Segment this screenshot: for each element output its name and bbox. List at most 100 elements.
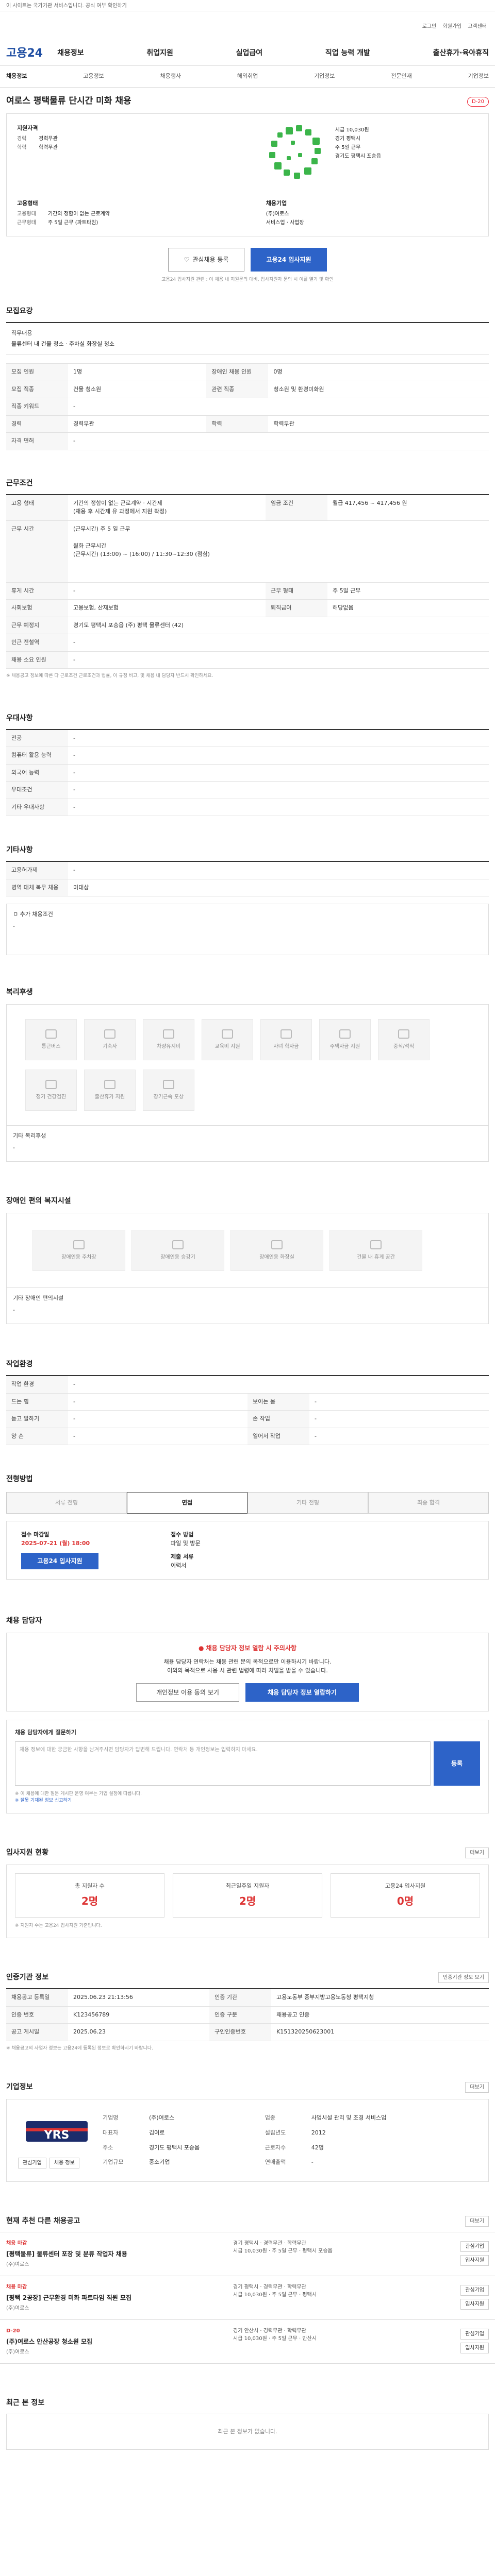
cell-v: - [68,651,489,669]
site-logo[interactable]: 고용24 [6,45,43,62]
recent-title: 최근 본 정보 [6,2399,45,2407]
cell-v: (근무시간) 주 5 일 근무 월화 근무시간 (근무시간) (13:00) ~… [68,520,489,583]
cell-v: 고용노동부 중부지방고용노동청 평택지청 [271,1988,489,2007]
inquiry-input[interactable]: 채용 정보에 대한 궁금한 사항을 남겨주시면 담당자가 답변해 드립니다. 연… [15,1741,431,1786]
list-item[interactable]: D-20 (주)여로스 안산공장 청소원 모집 (주)여로스 경기 안산시 · 경력… [0,2319,495,2363]
emp-val-1: 주 5일 근무 (파트타임) [48,219,98,226]
contact-text1: 채용 담당자 연락처는 채용 관련 문의 목적으로만 이용하시기 바랍니다. [163,1658,332,1665]
disab-etc-val: - [13,1306,15,1313]
sub-nav-event[interactable]: 채용행사 [160,72,181,81]
list-item[interactable]: 채용 마감 [평택물류] 물류센터 포장 및 분류 작업자 채용 (주)여로스 경기… [0,2232,495,2276]
career-key: 경력 [17,135,27,142]
cell-k: 컴퓨터 활용 능력 [6,747,68,765]
cell-k: 기타 우대사항 [6,798,68,816]
welfare-label: 주택자금 지원 [329,1043,360,1049]
privacy-consent-button[interactable]: 개인정보 이용 동의 보기 [136,1683,239,1702]
nav-training[interactable]: 직업 능력 개발 [325,48,370,59]
stat-name: 최근일주일 지원자 [225,1882,270,1889]
rel-tag: D-20 [6,2328,20,2334]
company-logo-image: YRS [26,2121,88,2142]
rel-company: (주)여로스 [6,2262,29,2267]
welfare-item: 자녀 학자금 [260,1019,312,1060]
inquiry-submit-button[interactable]: 등록 [434,1741,480,1786]
login-link[interactable]: 로그인 [422,23,437,30]
rel-apply-button[interactable]: 입사지원 [460,2255,489,2266]
edu-value: 학력무관 [39,144,58,150]
cell-k: 설립년도 [265,2129,286,2136]
company-logo: YRS [18,2111,95,2152]
disab-label: 장애인용 승강기 [160,1254,195,1260]
related-title: 현재 추천 다른 채용공고 [6,2217,80,2225]
cell-v: 0명 [268,363,489,381]
pref-title: 우대사항 [6,714,33,722]
rel-title[interactable]: [평택 2공장] 근무환경 미화 파트타임 직원 모집 [6,2293,233,2302]
list-item[interactable]: 채용 마감 [평택 2공장] 근무환경 미화 파트타임 직원 모집 (주)여로스 경… [0,2276,495,2319]
rel-fav-button[interactable]: 관심기업 [460,2241,489,2252]
related-more[interactable]: 더보기 [465,2216,489,2227]
cell-v: K123456789 [68,2006,210,2024]
rel-title[interactable]: [평택물류] 물류센터 포장 및 분류 작업자 채용 [6,2249,233,2259]
stat-num: 2명 [239,1895,256,1907]
help-link[interactable]: 고객센터 [468,23,487,30]
cond-2: 주 5일 근무 [335,145,361,150]
info-more[interactable]: 인증기관 정보 보기 [438,1972,489,1983]
rel-apply-button[interactable]: 입사지원 [460,2299,489,2310]
nav-leave[interactable]: 출산휴가·육아휴직 [433,48,489,59]
tab-interview[interactable]: 면접 [127,1492,248,1514]
gov-notice-bar: 이 사이트는 국가기관 서비스입니다. 공식 여부 확인하기 [0,0,495,11]
disab-item: 장애인용 화장실 [230,1230,323,1271]
recruit-table: 모집 인원 1명 장애인 채용 인원 0명 모집 직종 건물 청소원 관련 직종 청소원 및… [6,363,489,450]
cell-v: 2012 [311,2129,326,2136]
sub-nav-abroad[interactable]: 해외취업 [237,72,258,81]
home-icon [339,1029,351,1039]
stats-note: ※ 지원자 수는 고용24 입사지원 기준입니다. [15,1923,102,1928]
tab-final[interactable]: 최종 합격 [368,1492,489,1514]
rel-fav-button[interactable]: 관심기업 [460,2285,489,2296]
rel-apply-button[interactable]: 입사지원 [460,2343,489,2353]
stat-num: 0명 [397,1895,414,1907]
nav-support[interactable]: 취업지원 [146,48,173,59]
sub-nav-company2[interactable]: 기업정보 [468,72,489,81]
company-title: 기업정보 [6,2083,33,2091]
welfare-item: 정기 건강검진 [25,1070,77,1111]
cell-v: - [68,398,489,416]
cell-v: - [68,861,489,879]
inquiry-title: 채용 담당자에게 질문하기 [15,1729,76,1736]
rel-tag: 채용 마감 [6,2284,27,2290]
right-label: 채용기업 [266,200,287,207]
cell-k: 근로자수 [265,2144,286,2151]
nav-benefit[interactable]: 실업급여 [236,48,263,59]
report-link[interactable]: ※ 잘못 기재된 정보 신고하기 [15,1798,480,1805]
company-jobs-button[interactable]: 채용 정보 [49,2158,79,2168]
emp-key-0: 고용형태 [17,211,36,217]
inquiry-box: 채용 담당자에게 질문하기 채용 정보에 대한 궁금한 사항을 남겨주시면 담당… [6,1720,489,1814]
cell-v: 주 5일 근무 [327,582,489,600]
disability-title: 장애인 편의 복지시설 [6,1197,71,1205]
signup-link[interactable]: 회원가입 [442,23,461,30]
proc-apply-button[interactable]: 고용24 입사지원 [21,1553,98,1569]
tab-docs[interactable]: 서류 전형 [6,1492,127,1514]
cell-k: 휴게 시간 [6,582,68,600]
sub-nav-company[interactable]: 기업정보 [314,72,335,81]
cond-0: 시급 10,030원 [335,127,369,133]
cell-k: 구인인증번호 [209,2023,272,2041]
lounge-icon [370,1240,382,1249]
rel-fav-button[interactable]: 관심기업 [460,2329,489,2340]
cell-k: 자격 면허 [6,432,68,450]
nav-jobs[interactable]: 채용정보 [57,48,84,59]
sub-nav-jobs[interactable]: 채용정보 [6,72,27,81]
work-title: 근무조건 [6,479,33,487]
stats-more[interactable]: 더보기 [465,1847,489,1858]
scrap-button[interactable]: ♡ 관심채용 등록 [168,247,244,272]
company-more[interactable]: 더보기 [465,2082,489,2093]
etc-table: 고용허가제 - 병역 대체 복무 채용 미대상 [6,861,489,896]
apply-button[interactable]: 고용24 입사지원 [251,247,327,272]
sub-nav-emp[interactable]: 고용정보 [83,72,104,81]
cell-k: 관련 직종 [206,380,269,398]
company-fav-button[interactable]: 관심기업 [18,2158,46,2168]
rel-title[interactable]: (주)여로스 안산공장 청소원 모집 [6,2337,233,2346]
sub-nav-expert[interactable]: 전문인재 [391,72,411,81]
welfare-item: 기숙사 [84,1019,136,1060]
tab-etc[interactable]: 기타 전형 [248,1492,368,1514]
view-contact-button[interactable]: 채용 담당자 정보 열람하기 [245,1683,359,1702]
